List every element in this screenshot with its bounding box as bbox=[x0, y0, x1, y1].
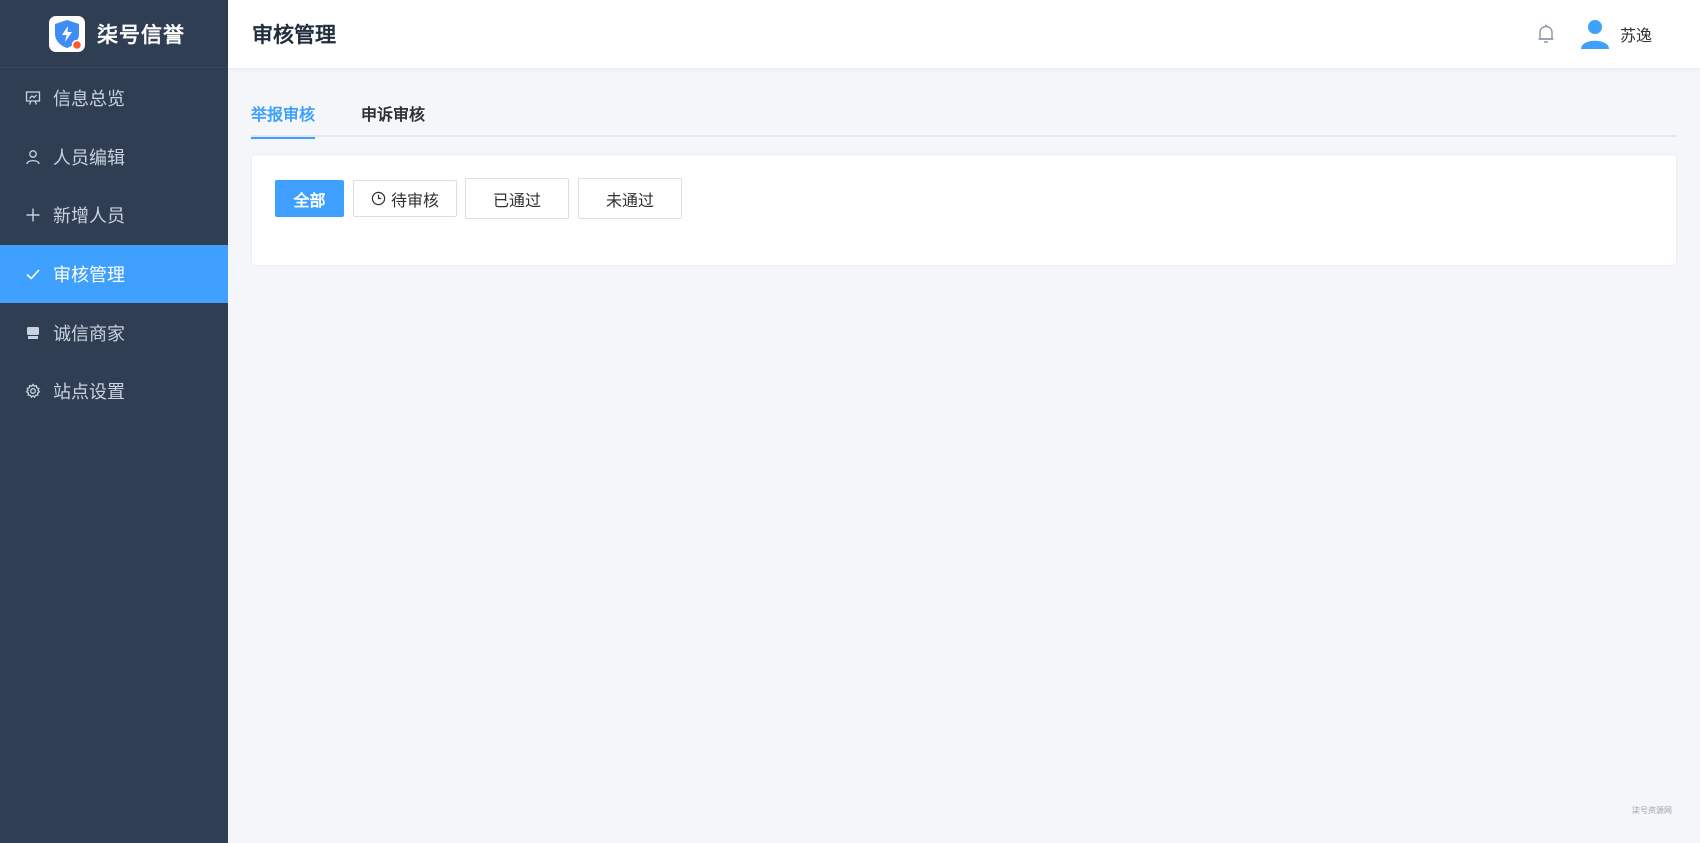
shield-logo-icon bbox=[49, 15, 85, 52]
sidebar-item-review[interactable]: 审核管理 bbox=[0, 244, 228, 304]
avatar[interactable] bbox=[1578, 17, 1612, 51]
sidebar-menu: 信息总览 人员编辑 新增人员 审核管理 诚信商家 站点设置 bbox=[0, 69, 228, 421]
sidebar-item-label: 人员编辑 bbox=[53, 147, 125, 169]
sidebar-item-merchants[interactable]: 诚信商家 bbox=[0, 303, 228, 362]
username[interactable]: 苏逸 bbox=[1620, 22, 1652, 46]
page-title: 审核管理 bbox=[252, 23, 336, 47]
filter-pending-label: 待审核 bbox=[390, 190, 439, 210]
header-actions: 苏逸 bbox=[1534, 0, 1652, 68]
filter-approved-label: 已通过 bbox=[492, 190, 541, 210]
sidebar-item-add-staff[interactable]: 新增人员 bbox=[0, 186, 228, 245]
watermark: 柒号资源网 bbox=[1632, 806, 1672, 815]
sidebar-item-site-settings[interactable]: 站点设置 bbox=[0, 362, 228, 421]
filter-rejected-label: 未通过 bbox=[605, 190, 654, 210]
tab-appeal-review[interactable]: 申诉审核 bbox=[361, 100, 425, 137]
filter-rejected-button[interactable]: 未通过 bbox=[578, 178, 682, 219]
filter-all-label: 全部 bbox=[293, 190, 326, 210]
sidebar: 柒号信誉 信息总览 人员编辑 新增人员 审核管理 诚信商家 站点设置 bbox=[0, 0, 228, 843]
sidebar-item-label: 站点设置 bbox=[53, 382, 125, 404]
presentation-icon bbox=[24, 90, 41, 107]
top-header: 审核管理 苏逸 bbox=[228, 0, 1700, 68]
shop-icon bbox=[24, 324, 41, 341]
plus-icon bbox=[24, 207, 41, 224]
brand-name: 柒号信誉 bbox=[97, 22, 185, 47]
sidebar-item-label: 新增人员 bbox=[53, 206, 125, 228]
filter-pending-button[interactable]: 待审核 bbox=[353, 180, 457, 217]
filter-panel: 全部 待审核 已通过 未通过 bbox=[251, 154, 1677, 266]
clock-icon bbox=[371, 191, 386, 206]
sidebar-item-label: 诚信商家 bbox=[53, 323, 125, 345]
gear-icon bbox=[24, 383, 41, 400]
bell-icon[interactable] bbox=[1534, 22, 1558, 46]
user-icon bbox=[24, 148, 41, 165]
tab-report-review[interactable]: 举报审核 bbox=[251, 100, 316, 139]
check-icon bbox=[24, 266, 41, 283]
sidebar-item-edit-staff[interactable]: 人员编辑 bbox=[0, 128, 228, 187]
review-tabs: 举报审核 申诉审核 bbox=[251, 100, 1677, 139]
sidebar-item-overview[interactable]: 信息总览 bbox=[0, 69, 228, 128]
sidebar-item-label: 信息总览 bbox=[53, 89, 125, 111]
sidebar-item-label: 审核管理 bbox=[53, 265, 125, 287]
filter-approved-button[interactable]: 已通过 bbox=[465, 178, 569, 219]
filter-all-button[interactable]: 全部 bbox=[275, 180, 344, 217]
brand[interactable]: 柒号信誉 bbox=[0, 0, 228, 68]
